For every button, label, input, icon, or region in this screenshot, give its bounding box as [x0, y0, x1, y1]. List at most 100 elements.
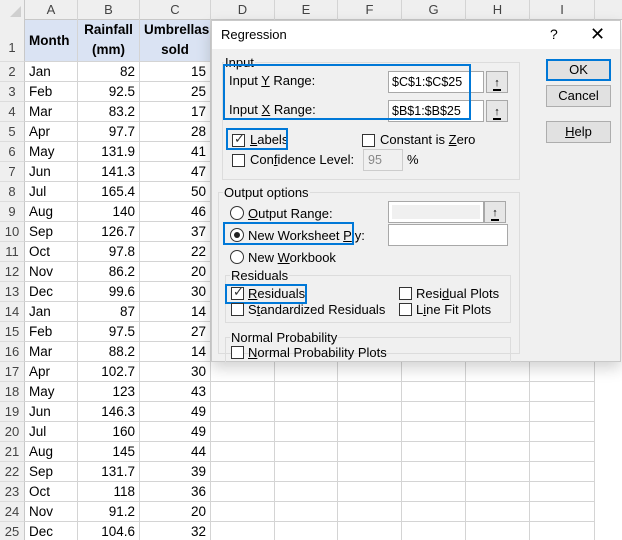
- dialog-titlebar[interactable]: Regression ? ✕: [212, 21, 620, 49]
- cell-umbrellas[interactable]: 17: [140, 102, 211, 122]
- row-header[interactable]: 12: [0, 262, 25, 282]
- input-x-range-collapse-button[interactable]: ↑: [486, 100, 508, 122]
- cell-empty[interactable]: [530, 382, 595, 402]
- row-header[interactable]: 16: [0, 342, 25, 362]
- cell-umbrellas[interactable]: 30: [140, 362, 211, 382]
- cell-empty[interactable]: [275, 442, 338, 462]
- input-y-range-field[interactable]: $C$1:$C$25: [388, 71, 484, 93]
- cell-empty[interactable]: [338, 462, 402, 482]
- cell-month[interactable]: May: [25, 382, 78, 402]
- new-workbook-radio[interactable]: [230, 250, 244, 264]
- header-cell-month[interactable]: Month: [25, 20, 78, 62]
- cell-rainfall[interactable]: 92.5: [78, 82, 140, 102]
- cell-umbrellas[interactable]: 30: [140, 282, 211, 302]
- cell-empty[interactable]: [530, 422, 595, 442]
- row-header[interactable]: 4: [0, 102, 25, 122]
- row-header[interactable]: 8: [0, 182, 25, 202]
- cell-empty[interactable]: [402, 362, 466, 382]
- header-cell-umbrellas[interactable]: Umbrellas sold: [140, 20, 211, 62]
- cell-empty[interactable]: [402, 502, 466, 522]
- cell-umbrellas[interactable]: 44: [140, 442, 211, 462]
- cell-month[interactable]: Jul: [25, 422, 78, 442]
- cell-month[interactable]: Jul: [25, 182, 78, 202]
- cell-empty[interactable]: [402, 462, 466, 482]
- cell-empty[interactable]: [211, 462, 275, 482]
- column-header-f[interactable]: F: [338, 0, 402, 20]
- cell-empty[interactable]: [338, 402, 402, 422]
- cell-empty[interactable]: [211, 402, 275, 422]
- cell-umbrellas[interactable]: 50: [140, 182, 211, 202]
- cell-empty[interactable]: [530, 522, 595, 540]
- labels-checkbox[interactable]: ✓: [232, 132, 245, 147]
- cell-empty[interactable]: [211, 482, 275, 502]
- cell-empty[interactable]: [275, 382, 338, 402]
- cell-empty[interactable]: [275, 522, 338, 540]
- cell-empty[interactable]: [402, 382, 466, 402]
- help-button[interactable]: Help: [546, 121, 611, 143]
- row-header[interactable]: 1: [0, 20, 25, 62]
- cell-month[interactable]: Aug: [25, 442, 78, 462]
- cell-empty[interactable]: [466, 462, 530, 482]
- cell-empty[interactable]: [466, 482, 530, 502]
- cell-month[interactable]: Sep: [25, 462, 78, 482]
- cell-month[interactable]: Oct: [25, 242, 78, 262]
- cell-empty[interactable]: [402, 402, 466, 422]
- cell-umbrellas[interactable]: 41: [140, 142, 211, 162]
- cell-month[interactable]: Nov: [25, 502, 78, 522]
- cell-rainfall[interactable]: 86.2: [78, 262, 140, 282]
- column-header-d[interactable]: D: [211, 0, 275, 20]
- cell-empty[interactable]: [211, 522, 275, 540]
- cell-empty[interactable]: [211, 362, 275, 382]
- cell-rainfall[interactable]: 123: [78, 382, 140, 402]
- residuals-checkbox[interactable]: ✓: [231, 285, 244, 300]
- cell-empty[interactable]: [338, 382, 402, 402]
- cell-empty[interactable]: [530, 482, 595, 502]
- cell-month[interactable]: Aug: [25, 202, 78, 222]
- cell-month[interactable]: Apr: [25, 122, 78, 142]
- row-header[interactable]: 6: [0, 142, 25, 162]
- output-range-radio[interactable]: [230, 206, 244, 220]
- cell-month[interactable]: Feb: [25, 322, 78, 342]
- confidence-level-checkbox[interactable]: [232, 154, 245, 167]
- cell-rainfall[interactable]: 126.7: [78, 222, 140, 242]
- cell-umbrellas[interactable]: 15: [140, 62, 211, 82]
- row-header[interactable]: 18: [0, 382, 25, 402]
- column-header-e[interactable]: E: [275, 0, 338, 20]
- line-fit-plots-label[interactable]: Line Fit Plots: [416, 302, 491, 317]
- cell-month[interactable]: Feb: [25, 82, 78, 102]
- cell-empty[interactable]: [402, 482, 466, 502]
- cell-empty[interactable]: [211, 382, 275, 402]
- header-cell-rainfall[interactable]: Rainfall (mm): [78, 20, 140, 62]
- cell-month[interactable]: Mar: [25, 342, 78, 362]
- row-header[interactable]: 5: [0, 122, 25, 142]
- cell-month[interactable]: Sep: [25, 222, 78, 242]
- confidence-level-label[interactable]: Confidence Level:: [250, 152, 354, 167]
- cell-umbrellas[interactable]: 27: [140, 322, 211, 342]
- row-header[interactable]: 25: [0, 522, 25, 540]
- row-header[interactable]: 2: [0, 62, 25, 82]
- cell-umbrellas[interactable]: 14: [140, 342, 211, 362]
- cell-umbrellas[interactable]: 28: [140, 122, 211, 142]
- cell-empty[interactable]: [211, 502, 275, 522]
- standardized-residuals-label[interactable]: Standardized Residuals: [248, 302, 385, 317]
- cell-umbrellas[interactable]: 32: [140, 522, 211, 540]
- cell-empty[interactable]: [402, 422, 466, 442]
- column-header-b[interactable]: B: [78, 0, 140, 20]
- row-header[interactable]: 3: [0, 82, 25, 102]
- output-range-field[interactable]: [388, 201, 484, 223]
- cell-umbrellas[interactable]: 39: [140, 462, 211, 482]
- cell-empty[interactable]: [338, 522, 402, 540]
- constant-is-zero-label[interactable]: Constant is Zero: [380, 132, 475, 147]
- column-header-h[interactable]: H: [466, 0, 530, 20]
- cell-umbrellas[interactable]: 43: [140, 382, 211, 402]
- cell-rainfall[interactable]: 97.7: [78, 122, 140, 142]
- cell-umbrellas[interactable]: 25: [140, 82, 211, 102]
- cell-empty[interactable]: [530, 402, 595, 422]
- output-range-collapse-button[interactable]: ↑: [484, 201, 506, 223]
- cancel-button[interactable]: Cancel: [546, 85, 611, 107]
- cell-rainfall[interactable]: 97.5: [78, 322, 140, 342]
- row-header[interactable]: 15: [0, 322, 25, 342]
- cell-rainfall[interactable]: 82: [78, 62, 140, 82]
- cell-month[interactable]: Oct: [25, 482, 78, 502]
- cell-umbrellas[interactable]: 37: [140, 222, 211, 242]
